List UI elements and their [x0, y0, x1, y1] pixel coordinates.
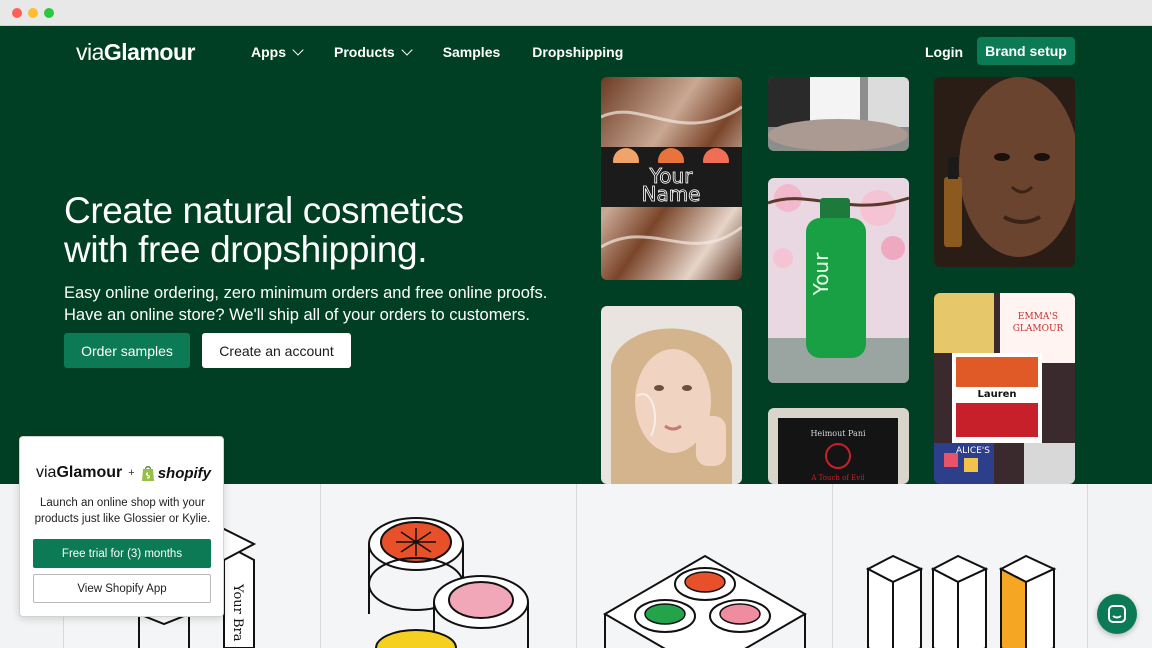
bottle-text-1: Your	[809, 252, 833, 296]
box-label-1: EMMA'S	[1018, 312, 1058, 322]
card1-text: Your Bra	[230, 583, 245, 642]
maximize-window-button[interactable]	[44, 8, 54, 18]
create-account-button[interactable]: Create an account	[202, 333, 351, 368]
box-label-4: ALICE'S	[956, 446, 990, 456]
box-label-2: GLAMOUR	[1013, 324, 1064, 334]
green-bottle-product-image: Your	[768, 178, 909, 383]
product-card-palette[interactable]	[576, 484, 832, 648]
book-product-image: Heimout Pani A Touch of Evil	[768, 408, 909, 484]
palette-product-image: Your Name	[601, 77, 742, 280]
nav-products[interactable]: Products	[334, 44, 413, 60]
view-shopify-app-button[interactable]: View Shopify App	[33, 574, 211, 603]
nav-apps[interactable]: Apps	[251, 44, 304, 60]
login-link[interactable]: Login	[925, 44, 963, 60]
palette-text-2: Name	[641, 182, 700, 206]
popup-description: Launch an online shop with your products…	[34, 497, 211, 525]
shopify-wordmark: shopify	[157, 464, 212, 482]
logo-glamour: Glamour	[103, 39, 196, 65]
popup-logos: via Glamour + shopify	[36, 464, 211, 482]
nav-apps-label: Apps	[251, 44, 286, 60]
nav-dropshipping-label: Dropshipping	[532, 44, 624, 60]
popup-plus: +	[128, 467, 135, 479]
headline-line-1: Create natural cosmetics	[64, 190, 464, 231]
free-trial-button[interactable]: Free trial for (3) months	[33, 539, 211, 568]
chat-icon	[1108, 605, 1126, 623]
shopify-logo: shopify	[141, 465, 211, 482]
hero-headline: Create natural cosmetics with free drops…	[64, 191, 584, 269]
nav-products-label: Products	[334, 44, 395, 60]
boxes-product-image: EMMA'S GLAMOUR Lauren ALICE'S	[934, 293, 1075, 484]
product-card-lipsticks[interactable]	[832, 484, 1088, 648]
face-mask-model-image	[601, 306, 742, 484]
popup-logo-glamour: Glamour	[56, 464, 123, 481]
box-label-3: Lauren	[977, 389, 1016, 400]
chevron-down-icon	[292, 44, 304, 56]
nav-samples[interactable]: Samples	[443, 44, 501, 60]
logo-via: via	[76, 39, 104, 65]
subtext-line-1: Easy online ordering, zero minimum order…	[64, 284, 548, 302]
browser-titlebar	[0, 0, 1152, 26]
popup-logo-via: via	[36, 464, 57, 481]
shopify-promo-popup: via Glamour + shopify Launch an online sh…	[19, 436, 224, 617]
nav-dropshipping[interactable]: Dropshipping	[532, 44, 623, 60]
bottle-top-image	[768, 77, 909, 151]
book-title-2: A Touch of Evil	[810, 474, 865, 482]
hero-section: viaGlamour Apps Products Samples Dropshi…	[0, 26, 1152, 484]
chevron-down-icon	[401, 44, 413, 56]
site-logo[interactable]: viaGlamour	[76, 39, 195, 66]
product-card-compacts[interactable]	[320, 484, 576, 648]
chat-launcher-button[interactable]	[1097, 594, 1137, 634]
brand-setup-button[interactable]: Brand setup	[977, 37, 1075, 65]
headline-line-2: with free dropshipping.	[64, 229, 428, 270]
hero-subtext: Easy online ordering, zero minimum order…	[64, 282, 584, 326]
minimize-window-button[interactable]	[28, 8, 38, 18]
serum-model-image	[934, 77, 1075, 267]
main-nav: Apps Products Samples Dropshipping	[251, 44, 655, 60]
shopify-bag-icon	[141, 466, 154, 481]
subtext-line-2: Have an online store? We'll ship all of …	[64, 306, 530, 324]
book-title-1: Heimout Pani	[810, 429, 866, 438]
close-window-button[interactable]	[12, 8, 22, 18]
nav-samples-label: Samples	[442, 44, 501, 60]
order-samples-button[interactable]: Order samples	[64, 333, 190, 368]
